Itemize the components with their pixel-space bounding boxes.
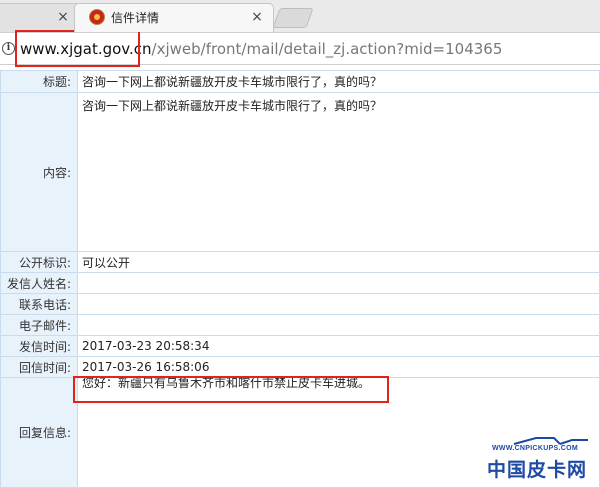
label-reply: 回复信息:: [0, 377, 78, 488]
table-row: 发信时间: 2017-03-23 20:58:34: [0, 335, 600, 357]
table-row: 电子邮件:: [0, 314, 600, 336]
table-row: 联系电话:: [0, 293, 600, 315]
new-tab-button[interactable]: [272, 8, 314, 28]
value-title: 咨询一下网上都说新疆放开皮卡车城市限行了，真的吗？: [77, 70, 600, 93]
label-title: 标题:: [0, 70, 78, 93]
value-sender-name: [77, 272, 600, 294]
reply-text: 您好：新疆只有乌鲁木齐市和喀什市禁止皮卡车进城。: [82, 377, 371, 391]
mail-detail-table: 标题: 咨询一下网上都说新疆放开皮卡车城市限行了，真的吗？ 内容: 咨询一下网上…: [0, 70, 600, 488]
tab-previous[interactable]: ×: [0, 3, 82, 32]
label-reply-time: 回信时间:: [0, 356, 78, 378]
label-email: 电子邮件:: [0, 314, 78, 336]
info-icon[interactable]: i: [2, 42, 15, 55]
table-row: 标题: 咨询一下网上都说新疆放开皮卡车城市限行了，真的吗？: [0, 70, 600, 93]
watermark-url: WWW.CNPICKUPS.COM: [492, 445, 578, 452]
site-watermark: WWW.CNPICKUPS.COM 中国皮卡网: [480, 436, 598, 481]
label-content: 内容:: [0, 92, 78, 252]
value-public: 可以公开: [77, 251, 600, 273]
table-row: 回信时间: 2017-03-26 16:58:06: [0, 356, 600, 378]
police-emblem-icon: [89, 9, 105, 25]
tab-mail-detail[interactable]: 信件详情 ×: [74, 3, 274, 32]
url-host: www.xjgat.gov.cn: [20, 40, 152, 58]
label-public: 公开标识:: [0, 251, 78, 273]
value-reply-time: 2017-03-26 16:58:06: [77, 356, 600, 378]
address-bar[interactable]: i www.xjgat.gov.cn/xjweb/front/mail/deta…: [0, 32, 600, 65]
watermark-name: 中国皮卡网: [487, 459, 588, 481]
label-sender-name: 发信人姓名:: [0, 272, 78, 294]
tab-title: 信件详情: [111, 11, 160, 25]
table-row: 公开标识: 可以公开: [0, 251, 600, 273]
tab-strip: × 信件详情 ×: [0, 0, 600, 32]
close-icon[interactable]: ×: [56, 10, 70, 24]
value-sent-time: 2017-03-23 20:58:34: [77, 335, 600, 357]
table-row: 发信人姓名:: [0, 272, 600, 294]
url-text[interactable]: www.xjgat.gov.cn/xjweb/front/mail/detail…: [20, 40, 502, 58]
label-phone: 联系电话:: [0, 293, 78, 315]
table-row: 内容: 咨询一下网上都说新疆放开皮卡车城市限行了，真的吗？: [0, 92, 600, 252]
value-phone: [77, 293, 600, 315]
url-path: /xjweb/front/mail/detail_zj.action?mid=1…: [151, 40, 503, 58]
value-email: [77, 314, 600, 336]
label-sent-time: 发信时间:: [0, 335, 78, 357]
value-content: 咨询一下网上都说新疆放开皮卡车城市限行了，真的吗？: [77, 92, 600, 252]
close-icon[interactable]: ×: [250, 10, 264, 24]
